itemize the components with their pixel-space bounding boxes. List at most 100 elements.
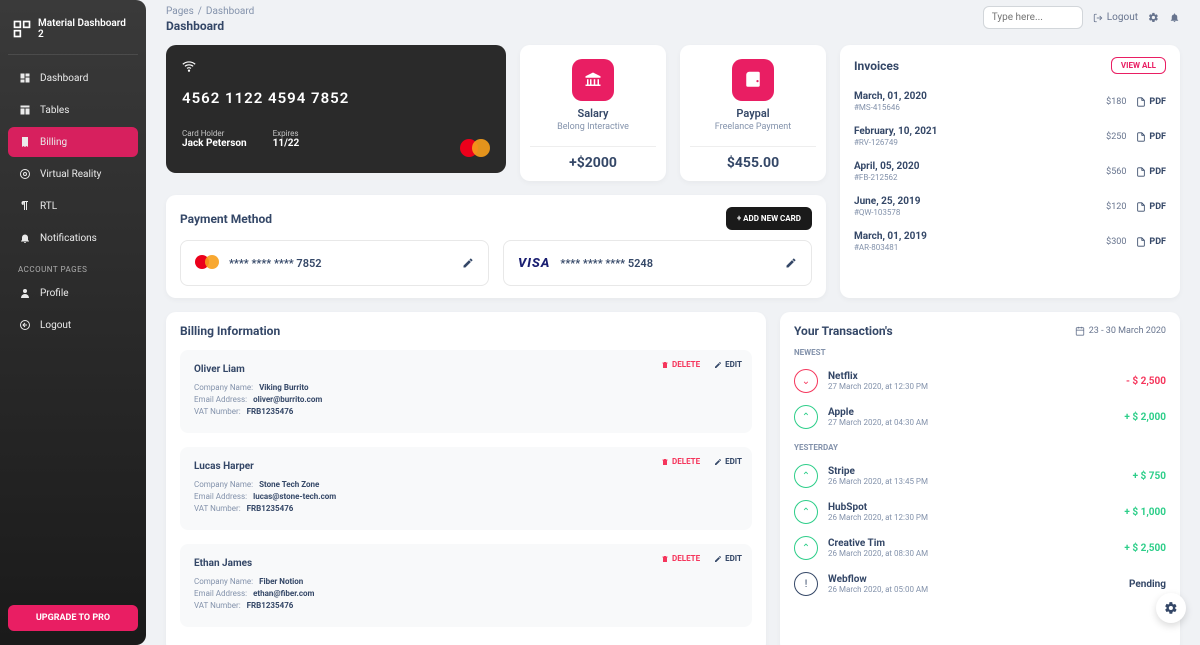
settings-fab[interactable]	[1156, 593, 1186, 623]
invoice-code: #RV-126749	[854, 138, 937, 147]
sidebar-item-tables[interactable]: Tables	[8, 95, 138, 125]
invoice-amount: $120	[1106, 202, 1126, 212]
sidebar-item-notifications[interactable]: Notifications	[8, 223, 138, 253]
sidebar-item-logout[interactable]: Logout	[8, 310, 138, 340]
sidebar-item-label: RTL	[40, 201, 57, 212]
invoice-date: March, 01, 2020	[854, 91, 927, 102]
transaction-row: ⌃ Stripe26 March 2020, at 13:45 PM + $ 750	[794, 458, 1166, 494]
search-input[interactable]	[983, 6, 1083, 29]
transaction-row: ⌃Creative Tim26 March 2020, at 08:30 AM+…	[794, 530, 1166, 566]
logout-link[interactable]: Logout	[1093, 12, 1138, 23]
arrow-up-icon: ⌃	[794, 536, 818, 560]
settings-icon[interactable]	[1148, 12, 1159, 23]
sidebar-item-label: Profile	[40, 288, 69, 299]
transaction-row: ⌃HubSpot26 March 2020, at 12:30 PM+ $ 1,…	[794, 494, 1166, 530]
notifications-icon[interactable]	[1169, 12, 1180, 23]
billing-item: Oliver LiamCompany Name: Viking BurritoE…	[180, 350, 752, 433]
user-icon	[18, 286, 32, 300]
transaction-amount: Pending	[1129, 579, 1166, 590]
billing-name: Lucas Harper	[194, 461, 738, 472]
sidebar-item-rtl[interactable]: RTL	[8, 191, 138, 221]
billing-name: Oliver Liam	[194, 364, 738, 375]
sidebar-item-billing[interactable]: Billing	[8, 127, 138, 157]
arrow-up-icon: ⌃	[794, 464, 818, 488]
delete-button[interactable]: DELETE	[661, 360, 700, 369]
invoice-amount: $560	[1106, 167, 1126, 177]
invoice-row: April, 05, 2020#FB-212562 $560 PDF	[854, 154, 1166, 189]
logout-icon	[18, 318, 32, 332]
transaction-date: 27 March 2020, at 04:30 AM	[828, 418, 928, 427]
billing-item: Ethan JamesCompany Name: Fiber NotionEma…	[180, 544, 752, 627]
payment-card: **** **** **** 7852	[180, 240, 489, 286]
transaction-name: Stripe	[828, 466, 928, 477]
edit-button[interactable]: EDIT	[714, 457, 742, 466]
sidebar-item-label: Logout	[40, 320, 71, 331]
billing-name: Ethan James	[194, 558, 738, 569]
wifi-icon	[182, 59, 490, 73]
billing-item: Lucas HarperCompany Name: Stone Tech Zon…	[180, 447, 752, 530]
invoice-code: #FB-212562	[854, 173, 919, 182]
billing-info-card: Billing Information Oliver LiamCompany N…	[166, 312, 766, 645]
pdf-button[interactable]: PDF	[1136, 132, 1166, 142]
table-icon	[18, 103, 32, 117]
sidebar-item-virtual-reality[interactable]: Virtual Reality	[8, 159, 138, 189]
visa-icon: VISA	[518, 256, 550, 271]
pdf-button[interactable]: PDF	[1136, 167, 1166, 177]
invoice-amount: $250	[1106, 132, 1126, 142]
transaction-amount: - $ 2,500	[1126, 376, 1166, 387]
receipt-icon	[18, 135, 32, 149]
invoice-date: February, 10, 2021	[854, 126, 937, 137]
pdf-button[interactable]: PDF	[1136, 97, 1166, 107]
brand-icon	[12, 19, 32, 39]
pdf-button[interactable]: PDF	[1136, 202, 1166, 212]
upgrade-button[interactable]: UPGRADE TO PRO	[8, 605, 138, 631]
invoice-row: February, 10, 2021#RV-126749 $250 PDF	[854, 119, 1166, 154]
transaction-amount: + $ 1,000	[1124, 507, 1166, 518]
edit-button[interactable]: EDIT	[714, 360, 742, 369]
invoice-row: March, 01, 2019#AR-803481$300PDF	[854, 224, 1166, 259]
delete-button[interactable]: DELETE	[661, 457, 700, 466]
transaction-amount: + $ 2,000	[1124, 412, 1166, 423]
invoices-title: Invoices	[854, 59, 899, 73]
breadcrumb-parent[interactable]: Pages	[166, 6, 194, 17]
sidebar-item-dashboard[interactable]: Dashboard	[8, 63, 138, 93]
invoice-date: June, 25, 2019	[854, 196, 921, 207]
transaction-name: Netflix	[828, 371, 928, 382]
delete-button[interactable]: DELETE	[661, 554, 700, 563]
add-card-button[interactable]: + ADD NEW CARD	[726, 207, 812, 230]
dashboard-icon	[18, 71, 32, 85]
stat-title: Salary	[530, 107, 656, 120]
brand-label: Material Dashboard 2	[38, 18, 134, 40]
card-number: 4562 1122 4594 7852	[182, 89, 490, 107]
transaction-date: 26 March 2020, at 13:45 PM	[828, 477, 928, 486]
transaction-amount: + $ 750	[1133, 471, 1166, 482]
transaction-row: !Webflow26 March 2020, at 05:00 AMPendin…	[794, 566, 1166, 602]
pdf-button[interactable]: PDF	[1136, 237, 1166, 247]
arrow-up-icon: ⌃	[794, 405, 818, 429]
view-all-button[interactable]: VIEW ALL	[1111, 57, 1166, 74]
vr-icon	[18, 167, 32, 181]
rtl-icon	[18, 199, 32, 213]
bank-icon	[572, 59, 614, 101]
stat-subtitle: Freelance Payment	[690, 122, 816, 132]
transaction-date: 26 March 2020, at 05:00 AM	[828, 585, 928, 594]
edit-icon[interactable]	[785, 257, 797, 269]
edit-button[interactable]: EDIT	[714, 554, 742, 563]
sidebar-item-profile[interactable]: Profile	[8, 278, 138, 308]
transaction-date: 27 March 2020, at 12:30 PM	[828, 382, 928, 391]
transaction-date: 26 March 2020, at 12:30 PM	[828, 513, 928, 522]
stat-paypal: Paypal Freelance Payment $455.00	[680, 45, 826, 181]
invoice-date: April, 05, 2020	[854, 161, 919, 172]
invoice-code: #MS-415646	[854, 103, 927, 112]
brand: Material Dashboard 2	[8, 12, 138, 55]
transactions-title: Your Transaction's	[794, 324, 893, 338]
transactions-range: 23 - 30 March 2020	[1075, 326, 1166, 336]
mastercard-icon	[460, 139, 490, 159]
sidebar: Material Dashboard 2 DashboardTablesBill…	[0, 0, 146, 645]
credit-card: 4562 1122 4594 7852 Card HolderJack Pete…	[166, 45, 506, 173]
transactions-card: Your Transaction's 23 - 30 March 2020 NE…	[780, 312, 1180, 645]
card-expires: 11/22	[273, 138, 300, 149]
payment-method-card: Payment Method + ADD NEW CARD **** **** …	[166, 195, 826, 298]
stat-amount: $455.00	[690, 146, 816, 171]
edit-icon[interactable]	[462, 257, 474, 269]
